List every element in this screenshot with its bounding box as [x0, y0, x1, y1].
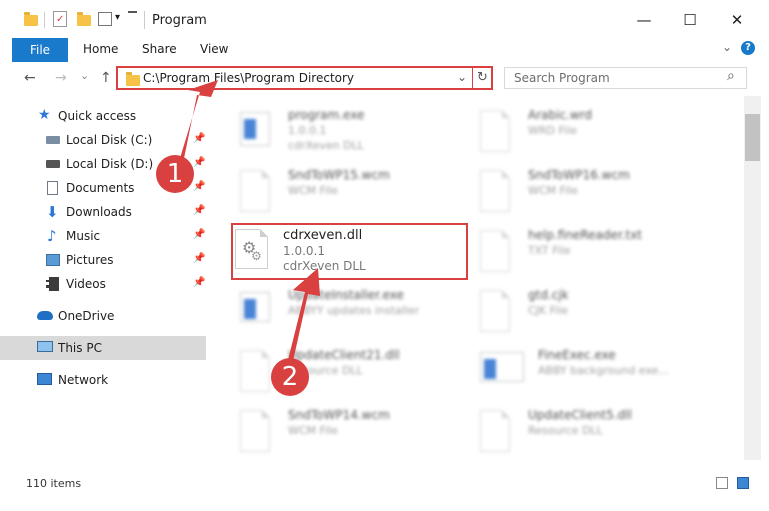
callout-badge-2: 2	[271, 358, 309, 396]
callout-badge-1: 1	[156, 155, 194, 193]
callout-arrows	[178, 80, 320, 370]
arrow-1	[178, 80, 218, 168]
arrow-2	[286, 268, 320, 370]
